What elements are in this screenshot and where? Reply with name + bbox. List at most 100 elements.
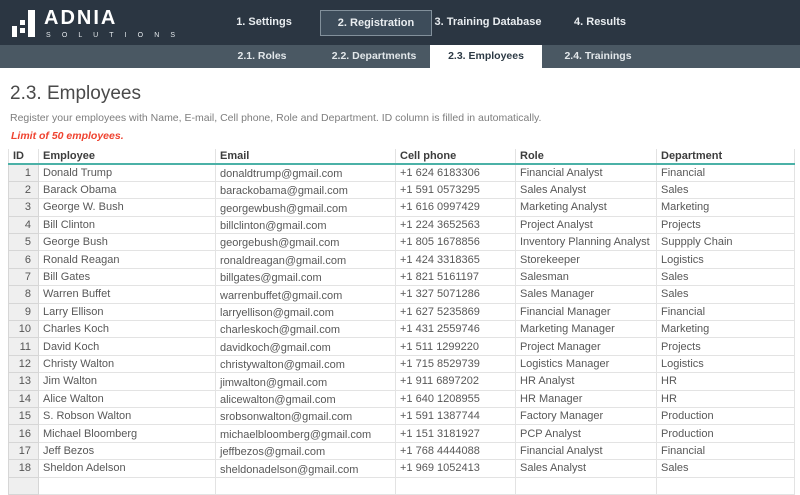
cell-role[interactable]: Marketing Manager <box>516 321 657 338</box>
cell-email[interactable]: alicewalton@gmail.com <box>216 390 396 407</box>
brand-name: ADNIA <box>44 8 180 28</box>
cell-email[interactable]: ronaldreagan@gmail.com <box>216 251 396 268</box>
cell-employee[interactable]: Jeff Bezos <box>39 442 216 459</box>
cell-role[interactable]: Project Analyst <box>516 216 657 233</box>
cell-employee[interactable]: David Koch <box>39 338 216 355</box>
cell-employee[interactable]: Jim Walton <box>39 373 216 390</box>
cell-department[interactable]: Sales <box>657 286 795 303</box>
cell-phone[interactable]: +1 969 1052413 <box>396 460 516 477</box>
cell-role[interactable]: HR Manager <box>516 390 657 407</box>
cell-department[interactable]: Marketing <box>657 321 795 338</box>
cell-phone[interactable]: +1 431 2559746 <box>396 321 516 338</box>
cell-phone[interactable]: +1 768 4444088 <box>396 442 516 459</box>
cell-role[interactable]: Storekeeper <box>516 251 657 268</box>
cell-phone[interactable]: +1 591 0573295 <box>396 181 516 198</box>
cell-phone[interactable]: +1 640 1208955 <box>396 390 516 407</box>
cell-role[interactable]: Sales Manager <box>516 286 657 303</box>
cell-phone[interactable]: +1 616 0997429 <box>396 199 516 216</box>
cell-email[interactable]: jimwalton@gmail.com <box>216 373 396 390</box>
cell-employee[interactable]: Bill Clinton <box>39 216 216 233</box>
cell-employee[interactable]: Alice Walton <box>39 390 216 407</box>
subnav-tab-2-4-trainings[interactable]: 2.4. Trainings <box>542 45 654 68</box>
cell-email[interactable]: billclinton@gmail.com <box>216 216 396 233</box>
cell-email[interactable]: donaldtrump@gmail.com <box>216 164 396 181</box>
cell-phone[interactable]: +1 911 6897202 <box>396 373 516 390</box>
cell-role[interactable]: Inventory Planning Analyst <box>516 234 657 251</box>
cell-phone[interactable]: +1 511 1299220 <box>396 338 516 355</box>
cell-department[interactable]: Projects <box>657 338 795 355</box>
cell-employee[interactable]: Larry Ellison <box>39 303 216 320</box>
cell-employee[interactable]: Donald Trump <box>39 164 216 181</box>
cell-employee[interactable]: George Bush <box>39 234 216 251</box>
cell-role[interactable]: Financial Manager <box>516 303 657 320</box>
cell-department[interactable]: Financial <box>657 442 795 459</box>
cell-department[interactable]: Financial <box>657 164 795 181</box>
nav-tab-2-registration[interactable]: 2. Registration <box>320 10 432 36</box>
cell-role[interactable]: Financial Analyst <box>516 442 657 459</box>
cell-department[interactable]: Production <box>657 407 795 424</box>
cell-department[interactable]: HR <box>657 390 795 407</box>
cell-role[interactable]: Marketing Analyst <box>516 199 657 216</box>
cell-employee[interactable]: Barack Obama <box>39 181 216 198</box>
cell-email[interactable]: billgates@gmail.com <box>216 268 396 285</box>
nav-tab-4-results[interactable]: 4. Results <box>544 10 656 36</box>
cell-department[interactable]: HR <box>657 373 795 390</box>
cell-department[interactable]: Sales <box>657 268 795 285</box>
cell-employee[interactable]: Warren Buffet <box>39 286 216 303</box>
cell-role[interactable]: Financial Analyst <box>516 164 657 181</box>
cell-employee[interactable]: Ronald Reagan <box>39 251 216 268</box>
cell-phone[interactable]: +1 624 6183306 <box>396 164 516 181</box>
cell-email[interactable]: christywalton@gmail.com <box>216 355 396 372</box>
cell-department[interactable]: Logistics <box>657 251 795 268</box>
cell-employee[interactable]: Bill Gates <box>39 268 216 285</box>
cell-role[interactable]: Factory Manager <box>516 407 657 424</box>
cell-email[interactable]: georgewbush@gmail.com <box>216 199 396 216</box>
subnav-tab-2-3-employees[interactable]: 2.3. Employees <box>430 45 542 68</box>
subnav-tab-2-2-departments[interactable]: 2.2. Departments <box>318 45 430 68</box>
cell-phone[interactable]: +1 821 5161197 <box>396 268 516 285</box>
cell-email[interactable]: larryellison@gmail.com <box>216 303 396 320</box>
cell-employee[interactable]: Christy Walton <box>39 355 216 372</box>
cell-department[interactable]: Production <box>657 425 795 442</box>
cell-department[interactable]: Sales <box>657 460 795 477</box>
cell-email[interactable]: barackobama@gmail.com <box>216 181 396 198</box>
nav-tab-1-settings[interactable]: 1. Settings <box>208 10 320 36</box>
nav-tab-3-training-database[interactable]: 3. Training Database <box>432 10 544 36</box>
cell-department[interactable]: Financial <box>657 303 795 320</box>
cell-department[interactable]: Projects <box>657 216 795 233</box>
cell-phone[interactable]: +1 224 3652563 <box>396 216 516 233</box>
cell-role[interactable]: Project Manager <box>516 338 657 355</box>
cell-role[interactable]: PCP Analyst <box>516 425 657 442</box>
cell-employee[interactable]: Sheldon Adelson <box>39 460 216 477</box>
cell-email[interactable]: srobsonwalton@gmail.com <box>216 407 396 424</box>
cell-email[interactable]: charleskoch@gmail.com <box>216 321 396 338</box>
cell-email[interactable]: warrenbuffet@gmail.com <box>216 286 396 303</box>
cell-email[interactable]: sheldonadelson@gmail.com <box>216 460 396 477</box>
cell-department[interactable]: Marketing <box>657 199 795 216</box>
cell-department[interactable]: Logistics <box>657 355 795 372</box>
cell-email[interactable]: georgebush@gmail.com <box>216 234 396 251</box>
cell-employee[interactable]: Charles Koch <box>39 321 216 338</box>
cell-role[interactable]: Sales Analyst <box>516 181 657 198</box>
cell-department[interactable]: Sales <box>657 181 795 198</box>
cell-role[interactable]: Sales Analyst <box>516 460 657 477</box>
cell-phone[interactable]: +1 327 5071286 <box>396 286 516 303</box>
cell-phone[interactable]: +1 715 8529739 <box>396 355 516 372</box>
cell-phone[interactable]: +1 424 3318365 <box>396 251 516 268</box>
cell-email[interactable]: davidkoch@gmail.com <box>216 338 396 355</box>
cell-email[interactable]: michaelbloomberg@gmail.com <box>216 425 396 442</box>
cell-phone[interactable]: +1 805 1678856 <box>396 234 516 251</box>
cell-role[interactable]: Logistics Manager <box>516 355 657 372</box>
cell-phone[interactable]: +1 151 3181927 <box>396 425 516 442</box>
cell-phone[interactable]: +1 627 5235869 <box>396 303 516 320</box>
cell-role[interactable]: Salesman <box>516 268 657 285</box>
cell-department[interactable]: Suppply Chain <box>657 234 795 251</box>
cell-employee[interactable]: S. Robson Walton <box>39 407 216 424</box>
cell-role[interactable]: HR Analyst <box>516 373 657 390</box>
cell-id: 11 <box>9 338 39 355</box>
cell-phone[interactable]: +1 591 1387744 <box>396 407 516 424</box>
cell-employee[interactable]: Michael Bloomberg <box>39 425 216 442</box>
cell-employee[interactable]: George W. Bush <box>39 199 216 216</box>
cell-email[interactable]: jeffbezos@gmail.com <box>216 442 396 459</box>
subnav-tab-2-1-roles[interactable]: 2.1. Roles <box>206 45 318 68</box>
